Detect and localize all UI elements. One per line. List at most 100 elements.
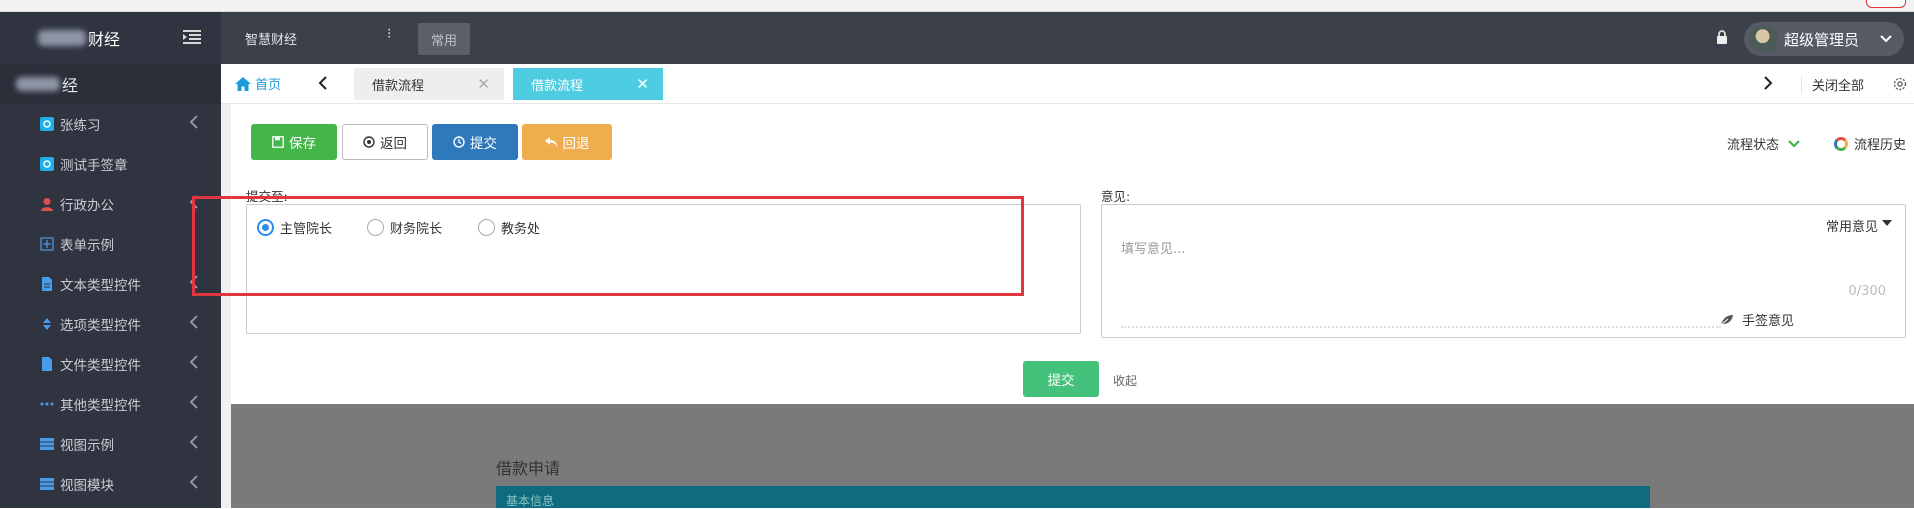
back-circle-icon	[363, 136, 375, 148]
content-gutter	[221, 104, 231, 508]
grid-plus-icon	[40, 237, 54, 251]
ellipsis-icon	[40, 397, 54, 411]
chevron-left-icon[interactable]	[317, 76, 329, 90]
form-title: 借款申请	[496, 459, 561, 478]
submit-button[interactable]: 提交	[432, 124, 518, 160]
top-header: 智慧财经 ⁝ 常用 超级管理员	[183, 12, 1914, 64]
tab-label: 借款流程	[531, 78, 584, 94]
chevron-left-icon	[189, 435, 199, 453]
table-icon	[40, 477, 54, 491]
home-icon	[235, 76, 251, 91]
chevron-left-icon	[189, 395, 199, 413]
browser-top-strip	[0, 0, 1914, 12]
settings-square-icon	[40, 117, 54, 131]
tab-loan-process-active[interactable]: 借款流程 ✕	[513, 68, 663, 100]
sidebar-item-2[interactable]: 行政办公	[0, 184, 221, 224]
undo-icon	[544, 136, 557, 147]
flow-status-toggle[interactable]: 流程状态	[1727, 134, 1801, 153]
more-menu-icon[interactable]: ⁝	[387, 26, 391, 42]
header-brand[interactable]: 智慧财经	[245, 29, 297, 48]
save-label: 保存	[289, 136, 316, 152]
sidebar-item-6[interactable]: 文件类型控件	[0, 344, 221, 384]
gear-icon[interactable]	[1892, 76, 1908, 92]
sidebar-item-label: 行政办公	[60, 198, 114, 214]
sidebar-menu: 张练习测试手签章行政办公表单示例文本类型控件 选项类型控件 文件类型控件 其他类型控件…	[0, 104, 221, 504]
loading-ring-icon	[1833, 136, 1848, 151]
clock-icon	[453, 136, 465, 148]
annotation-highlight-box	[192, 196, 1024, 296]
lock-icon[interactable]	[1716, 30, 1728, 44]
flow-history-label: 流程历史	[1853, 138, 1906, 153]
tab-label: 借款流程	[372, 78, 425, 94]
document-icon	[40, 277, 54, 291]
sidebar: 财经 经 张练习测试手签章行政办公表单示例文本类型控件 选项类型控件 文件类型控件其…	[0, 12, 221, 508]
opinion-placeholder: 填写意见...	[1121, 242, 1186, 257]
sidebar-item-label: 视图模块	[60, 478, 114, 494]
save-button[interactable]: 保存	[251, 124, 337, 160]
floppy-icon	[272, 136, 284, 148]
sidebar-item-label: 文件类型控件	[60, 358, 141, 374]
opinion-divider	[1121, 326, 1721, 328]
sidebar-item-4[interactable]: 文本类型控件	[0, 264, 221, 304]
top-right-control[interactable]	[1866, 0, 1906, 8]
common-opinion-dropdown[interactable]: 常用意见	[1826, 216, 1878, 235]
chevron-right-icon[interactable]	[1762, 76, 1774, 90]
sidebar-item-label: 选项类型控件	[60, 318, 141, 334]
sidebar-item-label: 测试手签章	[60, 158, 128, 174]
chevron-left-icon	[189, 115, 199, 133]
flow-history-button[interactable]: 流程历史	[1833, 134, 1906, 153]
sidebar-item-9[interactable]: 视图模块	[0, 464, 221, 504]
sidebar-item-label: 张练习	[60, 118, 101, 134]
settings-square-icon	[40, 157, 54, 171]
collapse-link[interactable]: 收起	[1113, 372, 1137, 389]
blurred-title-text	[16, 77, 60, 91]
chevron-left-icon	[189, 315, 199, 333]
tab-bar: 首页 借款流程 ✕ 借款流程 ✕ 关闭全部	[221, 64, 1914, 104]
form-section-header: 基本信息	[496, 486, 1650, 508]
table-icon	[40, 437, 54, 451]
chevron-down-icon	[1880, 35, 1892, 43]
sidebar-item-label: 视图示例	[60, 438, 114, 454]
submit-label: 提交	[470, 136, 497, 152]
avatar	[1750, 25, 1778, 53]
sidebar-section-title: 经	[0, 64, 221, 104]
user-menu[interactable]: 超级管理员	[1744, 22, 1904, 56]
tab-loan-process[interactable]: 借款流程 ✕	[354, 68, 504, 100]
sidebar-item-8[interactable]: 视图示例	[0, 424, 221, 464]
flow-status-label: 流程状态	[1726, 138, 1779, 153]
sign-opinion-label: 手签意见	[1741, 314, 1794, 329]
opinion-char-count: 0/300	[1848, 284, 1886, 299]
handwritten-opinion-button[interactable]: 手签意见	[1720, 310, 1794, 329]
sidebar-item-label: 文本类型控件	[60, 278, 141, 294]
back-button[interactable]: 返回	[342, 124, 428, 160]
tab-home[interactable]: 首页	[235, 74, 281, 93]
sidebar-item-3[interactable]: 表单示例	[0, 224, 221, 264]
sidebar-item-5[interactable]: 选项类型控件	[0, 304, 221, 344]
blurred-logo-text	[38, 30, 86, 46]
close-icon[interactable]: ✕	[636, 75, 649, 93]
caret-down-icon[interactable]	[1882, 220, 1892, 226]
leaf-icon	[1720, 314, 1733, 325]
opinion-label: 意见:	[1101, 189, 1131, 204]
tab-home-label: 首页	[255, 78, 282, 93]
common-menu-button[interactable]: 常用	[418, 23, 470, 55]
reject-button[interactable]: 回退	[522, 124, 612, 160]
user-name: 超级管理员	[1784, 30, 1860, 49]
submit-approval-button[interactable]: 提交	[1023, 361, 1099, 397]
form-section-label: 基本信息	[506, 494, 555, 508]
sort-icon	[40, 317, 54, 331]
close-all-tabs-button[interactable]: 关闭全部	[1800, 75, 1864, 94]
sidebar-item-7[interactable]: 其他类型控件	[0, 384, 221, 424]
sidebar-item-label: 表单示例	[60, 238, 114, 254]
chevron-left-icon	[189, 355, 199, 373]
sidebar-item-label: 其他类型控件	[60, 398, 141, 414]
menu-toggle-icon[interactable]	[183, 30, 201, 44]
sidebar-item-0[interactable]: 张练习	[0, 104, 221, 144]
file-icon	[40, 357, 54, 371]
sidebar-item-1[interactable]: 测试手签章	[0, 144, 221, 184]
user-icon	[40, 197, 54, 211]
chevron-left-icon	[189, 475, 199, 493]
close-icon[interactable]: ✕	[477, 75, 490, 93]
logo-text: 财经	[88, 30, 121, 49]
back-label: 返回	[380, 136, 407, 152]
